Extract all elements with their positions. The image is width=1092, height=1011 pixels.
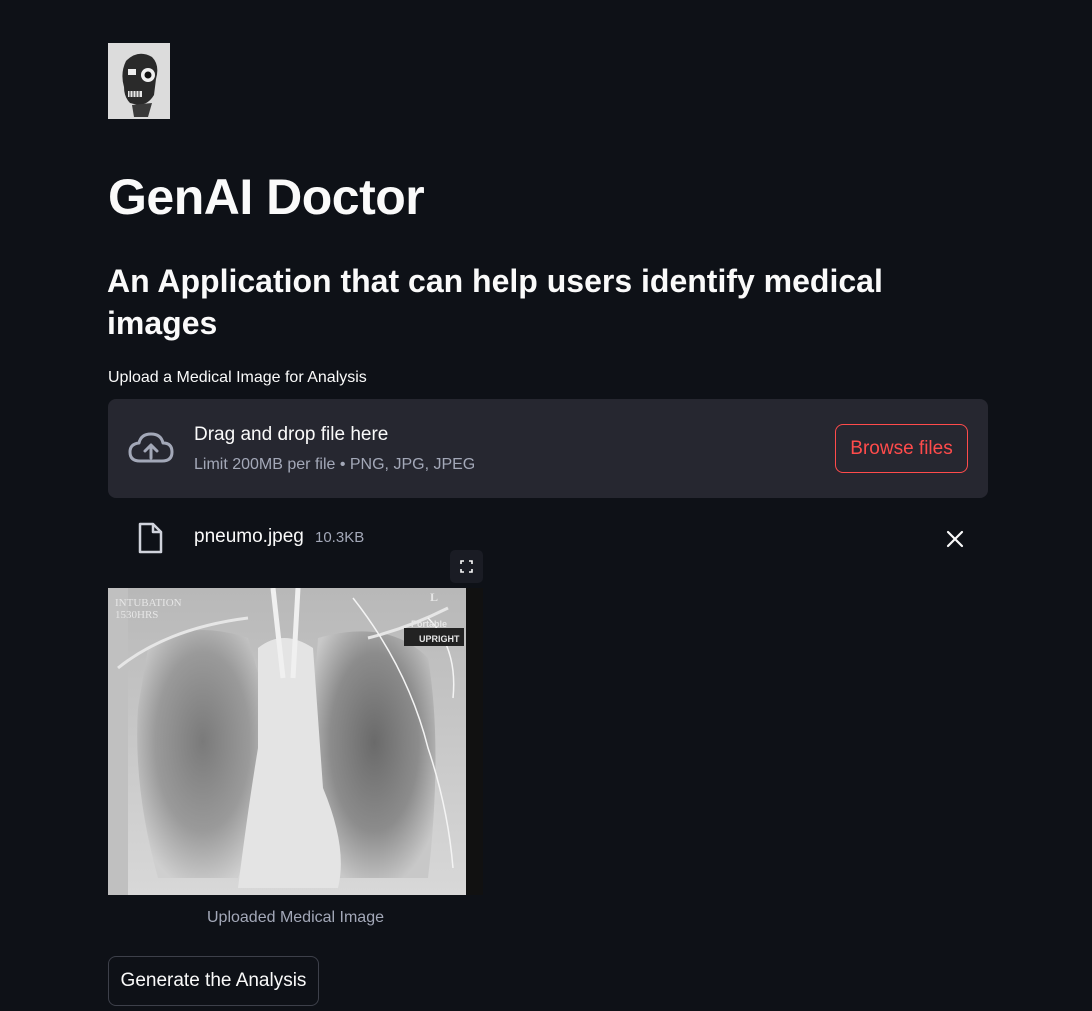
fullscreen-icon (450, 560, 483, 587)
robot-logo-icon (108, 43, 170, 119)
remove-file-close-icon[interactable] (944, 528, 966, 550)
cloud-upload-icon (128, 431, 174, 465)
dropzone-limit-text: Limit 200MB per file • PNG, JPG, JPEG (194, 456, 476, 473)
image-caption: Uploaded Medical Image (207, 909, 384, 926)
upload-label: Upload a Medical Image for Analysis (108, 369, 367, 386)
fullscreen-button[interactable] (450, 550, 483, 583)
file-dropzone[interactable]: Drag and drop file here Limit 200MB per … (108, 399, 988, 498)
xray-overlay-upright: UPRIGHT (419, 634, 460, 644)
page-subtitle: An Application that can help users ident… (107, 263, 883, 341)
browse-files-button[interactable]: Browse files (835, 424, 968, 473)
xray-overlay-time: 1530HRS (115, 609, 159, 621)
page-title: GenAI Doctor (108, 169, 425, 225)
file-icon (137, 522, 163, 554)
xray-overlay-label: INTUBATION (115, 597, 182, 609)
xray-side-marker: L (430, 590, 439, 604)
app-page: GenAI Doctor An Application that can hel… (0, 0, 1092, 1011)
uploaded-file-row: pneumo.jpeg 10.3KB (108, 516, 988, 560)
uploaded-file-name: pneumo.jpeg (194, 526, 304, 547)
uploaded-file-size: 10.3KB (315, 529, 365, 546)
uploaded-medical-image: INTUBATION 1530HRS L Portable UPRIGHT (108, 588, 483, 895)
xray-overlay-portable: Portable (411, 619, 448, 629)
dropzone-instruction: Drag and drop file here (194, 424, 389, 445)
generate-analysis-button[interactable]: Generate the Analysis (108, 956, 319, 1006)
